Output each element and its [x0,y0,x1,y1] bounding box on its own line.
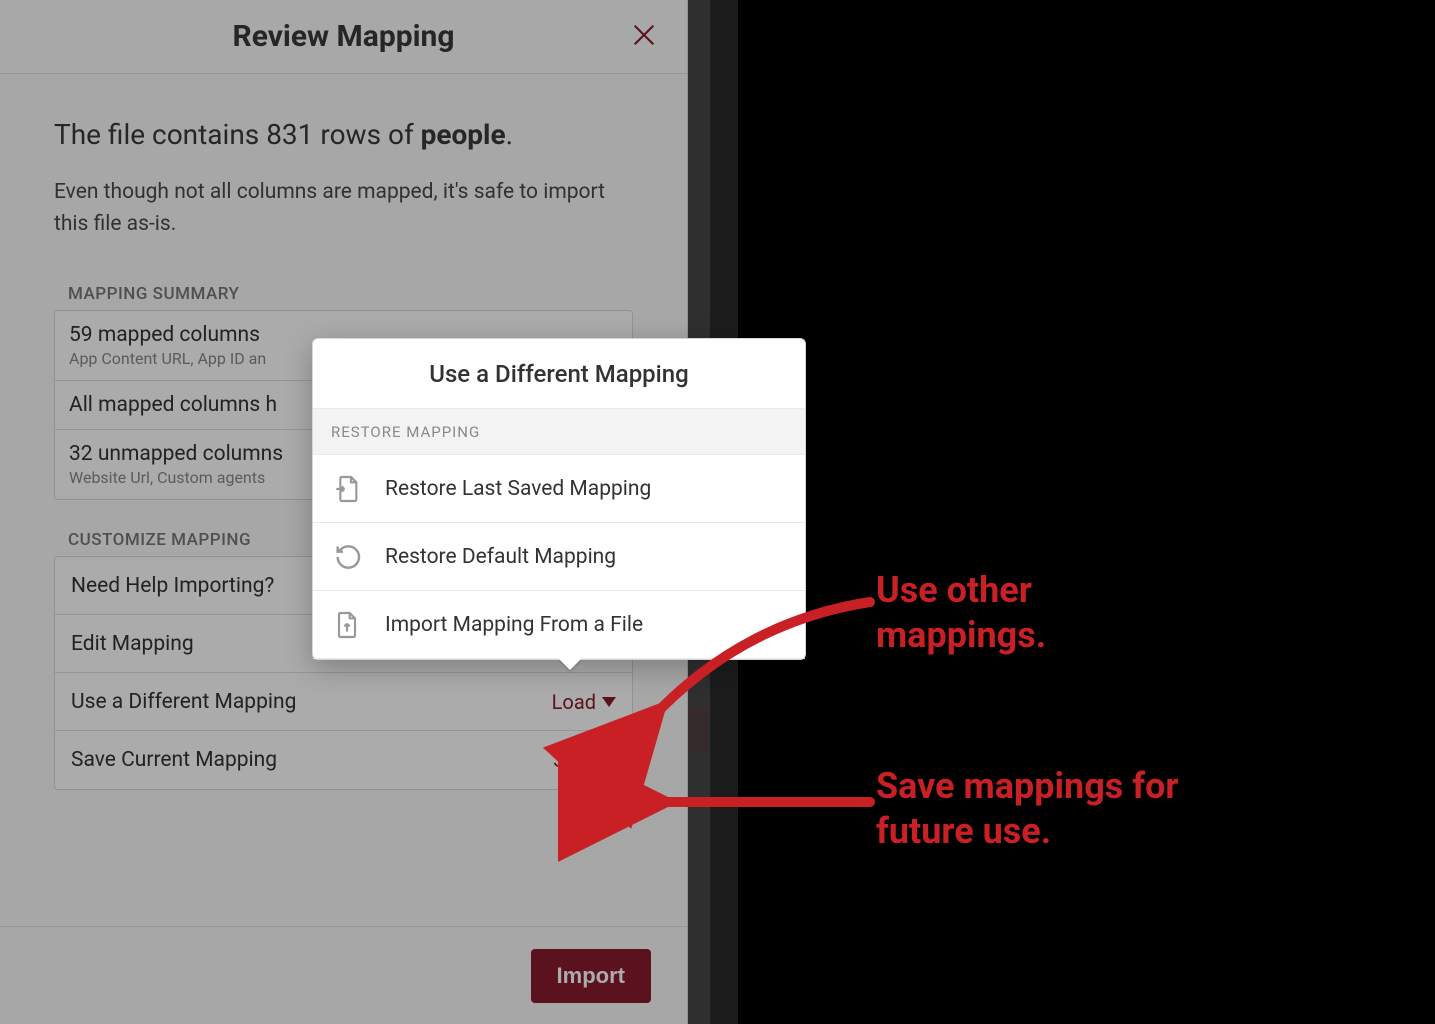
callout-save-future: Save mappings for future use. [876,764,1236,854]
file-restore-icon [331,473,363,505]
file-upload-icon [331,609,363,641]
import-mapping-file-row[interactable]: Import Mapping From a File [313,591,805,659]
popover-tail [558,658,582,670]
restore-default-row[interactable]: Restore Default Mapping [313,523,805,591]
restore-last-saved-row[interactable]: Restore Last Saved Mapping [313,455,805,523]
popover-title: Use a Different Mapping [313,339,805,409]
undo-icon [331,541,363,573]
use-different-mapping-popover: Use a Different Mapping RESTORE MAPPING … [312,338,806,660]
stage: Review Mapping The file contains 831 row… [0,0,1435,1024]
entity-type: people [421,118,506,151]
dialog-title: Review Mapping [232,19,454,54]
popover-section-label: RESTORE MAPPING [313,409,805,455]
summary-middle: rows of [313,118,420,151]
background-peek [688,707,708,753]
file-summary-subtext: Even though not all columns are mapped, … [54,177,614,240]
chevron-down-icon [602,755,616,765]
import-button[interactable]: Import [531,949,651,1003]
file-summary-line: The file contains 831 rows of people. [54,118,633,151]
row-count: 831 [266,118,313,151]
save-action[interactable]: Save [553,748,616,772]
close-icon[interactable] [631,22,657,48]
use-different-mapping-row[interactable]: Use a Different Mapping Load [55,673,632,731]
load-action-text: Load [552,690,596,714]
load-action[interactable]: Load [552,690,616,714]
import-mapping-file-label: Import Mapping From a File [385,613,643,637]
restore-default-label: Restore Default Mapping [385,545,616,569]
edit-mapping-label: Edit Mapping [71,632,194,656]
summary-prefix: The file contains [54,118,266,151]
callout-use-other: Use other mappings. [876,568,1176,658]
summary-suffix: . [506,118,513,151]
save-current-mapping-label: Save Current Mapping [71,748,277,772]
use-different-mapping-label: Use a Different Mapping [71,690,296,714]
need-help-label: Need Help Importing? [71,574,274,598]
dialog-header: Review Mapping [0,0,687,74]
chevron-down-icon [602,697,616,707]
dialog-footer: Import [0,926,687,1024]
mapping-summary-label: Mapping Summary [54,284,633,304]
save-action-text: Save [553,748,596,772]
save-current-mapping-row[interactable]: Save Current Mapping Save [55,731,632,789]
restore-last-saved-label: Restore Last Saved Mapping [385,477,651,501]
